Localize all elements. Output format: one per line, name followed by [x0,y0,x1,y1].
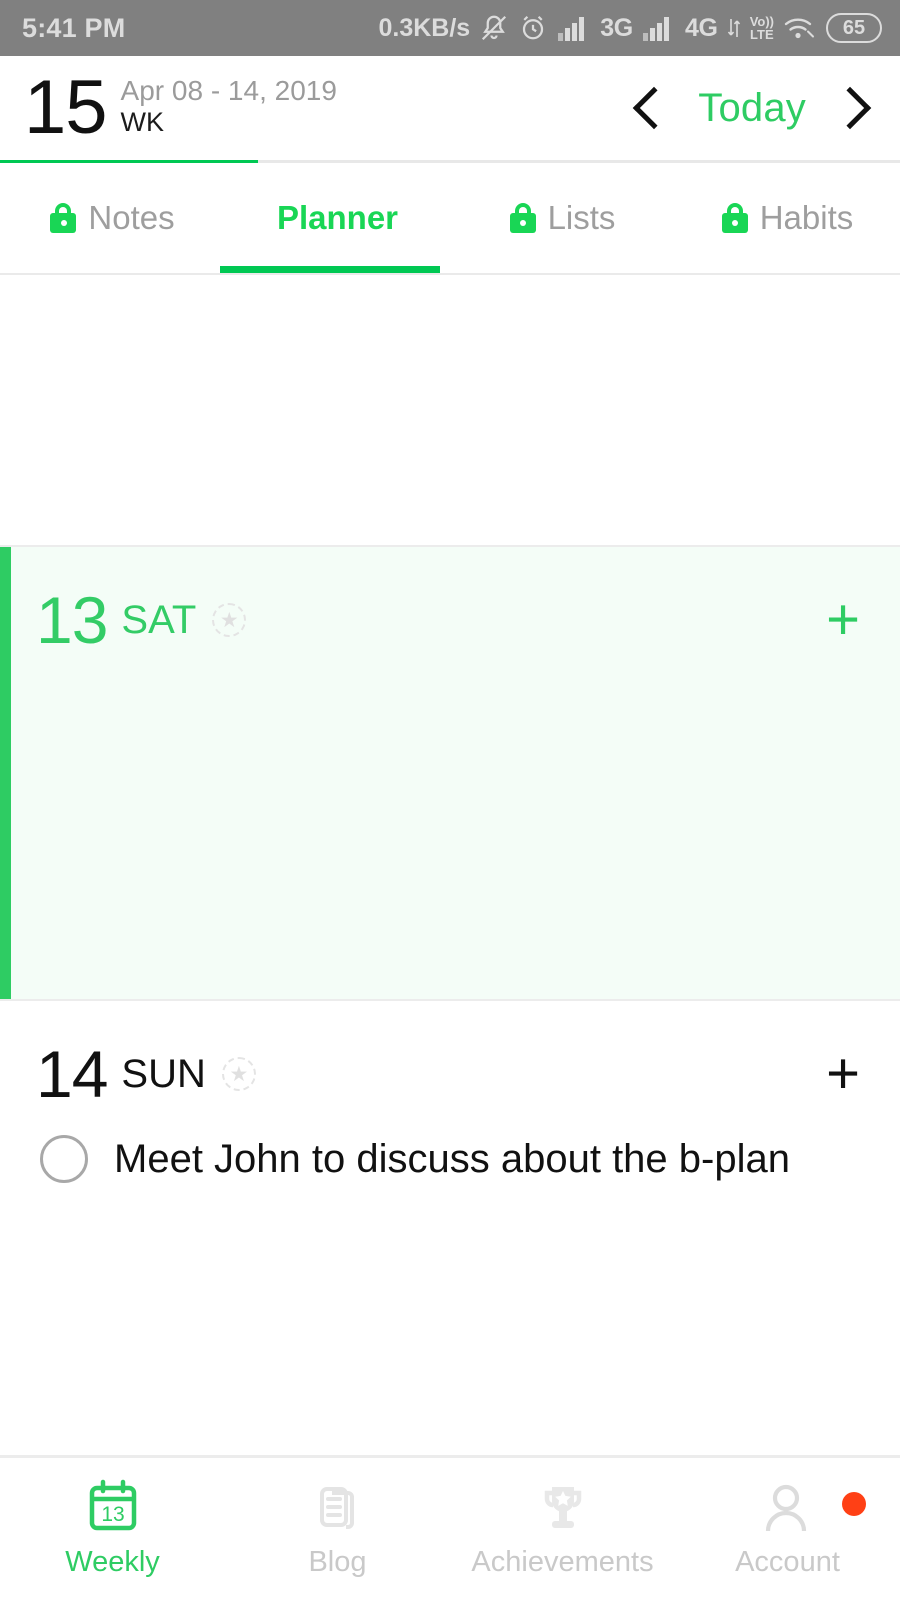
star-icon[interactable]: ★ [221,1057,256,1091]
star-icon[interactable]: ★ [212,603,247,637]
day-card[interactable]: 14 SUN ★ + Meet John to discuss about th… [0,1001,900,1209]
signal-bars-icon [557,14,591,42]
section-tabs: Notes Planner Lists Habits [0,163,900,273]
nav-item-achievements[interactable]: Achievements [450,1458,675,1600]
task-item[interactable]: Meet John to discuss about the b-plan [0,1109,900,1209]
tab-habits-label: Habits [759,199,854,236]
lock-icon [721,203,748,233]
week-unit-label: WK [120,107,165,137]
tab-habits[interactable]: Habits [675,163,900,273]
svg-text:13: 13 [101,1503,124,1526]
lock-icon [509,203,536,233]
day-card-today[interactable]: 13 SAT ★ + [0,545,900,1001]
tab-notes-label: Notes [88,199,175,236]
nav-item-account[interactable]: Account [675,1458,900,1600]
day-header: 13 SAT ★ + [0,547,900,655]
tab-lists-label: Lists [547,199,616,236]
bottom-navigation: 13 Weekly Blog Achievements Account [0,1455,900,1600]
status-bar: 5:41 PM 0.3KB/s 3G 4G Vo)) LTE 65 [0,0,900,56]
tab-planner-label: Planner [276,199,399,236]
data-transfer-arrows-icon [727,15,741,41]
nav-achievements-label: Achievements [471,1546,654,1578]
day-number: 14 [36,1037,108,1111]
nav-blog-label: Blog [308,1546,367,1578]
notification-badge [842,1492,866,1516]
week-header: 15 Apr 08 - 14, 2019 WK Today [0,56,900,160]
lock-icon [50,203,77,233]
task-checkbox[interactable] [40,1135,88,1183]
alarm-clock-icon [518,13,548,43]
today-button[interactable]: Today [698,86,806,131]
wifi-icon [783,14,817,42]
nav-weekly-label: Weekly [65,1546,160,1578]
scroll-spacer [0,275,900,545]
add-task-button[interactable]: + [826,591,860,649]
person-icon [758,1479,818,1537]
add-task-button[interactable]: + [826,1045,860,1103]
trophy-icon [533,1479,593,1537]
next-week-button[interactable] [832,82,874,134]
day-weekday: SUN [121,1052,206,1096]
day-weekday: SAT [121,598,197,642]
battery-indicator: 65 [826,13,882,43]
network-speed-label: 0.3KB/s [378,13,471,42]
nav-account-label: Account [735,1546,840,1578]
sim2-network-label: 4G [684,13,718,42]
volte-icon: Vo)) LTE [750,15,774,41]
planner-day-list: 13 SAT ★ + 14 SUN ★ + Meet John to discu… [0,275,900,1455]
app-screen: 5:41 PM 0.3KB/s 3G 4G Vo)) LTE 65 15 Apr… [0,0,900,1600]
week-meta: Apr 08 - 14, 2019 WK [121,70,337,138]
week-number: 15 [24,65,108,150]
week-summary[interactable]: 15 Apr 08 - 14, 2019 WK [24,70,337,146]
week-date-range: Apr 08 - 14, 2019 [120,75,337,106]
status-clock: 5:41 PM [22,12,126,43]
week-navigation: Today [630,82,874,134]
day-number: 13 [36,583,108,657]
task-label: Meet John to discuss about the b-plan [114,1137,790,1181]
tab-notes[interactable]: Notes [0,163,225,273]
silent-bell-icon [479,13,509,43]
active-tab-indicator [220,266,440,273]
nav-item-blog[interactable]: Blog [225,1458,450,1600]
calendar-icon: 13 [83,1479,143,1537]
status-icons: 0.3KB/s 3G 4G Vo)) LTE 65 [378,13,882,43]
signal-bars-icon [642,14,676,42]
previous-week-button[interactable] [630,82,672,134]
document-icon [308,1479,368,1537]
sim1-network-label: 3G [600,13,633,42]
tab-planner[interactable]: Planner [225,163,450,273]
nav-item-weekly[interactable]: 13 Weekly [0,1458,225,1600]
volte-bottom-label: LTE [750,27,774,42]
tab-lists[interactable]: Lists [450,163,675,273]
day-header: 14 SUN ★ + [0,1001,900,1109]
